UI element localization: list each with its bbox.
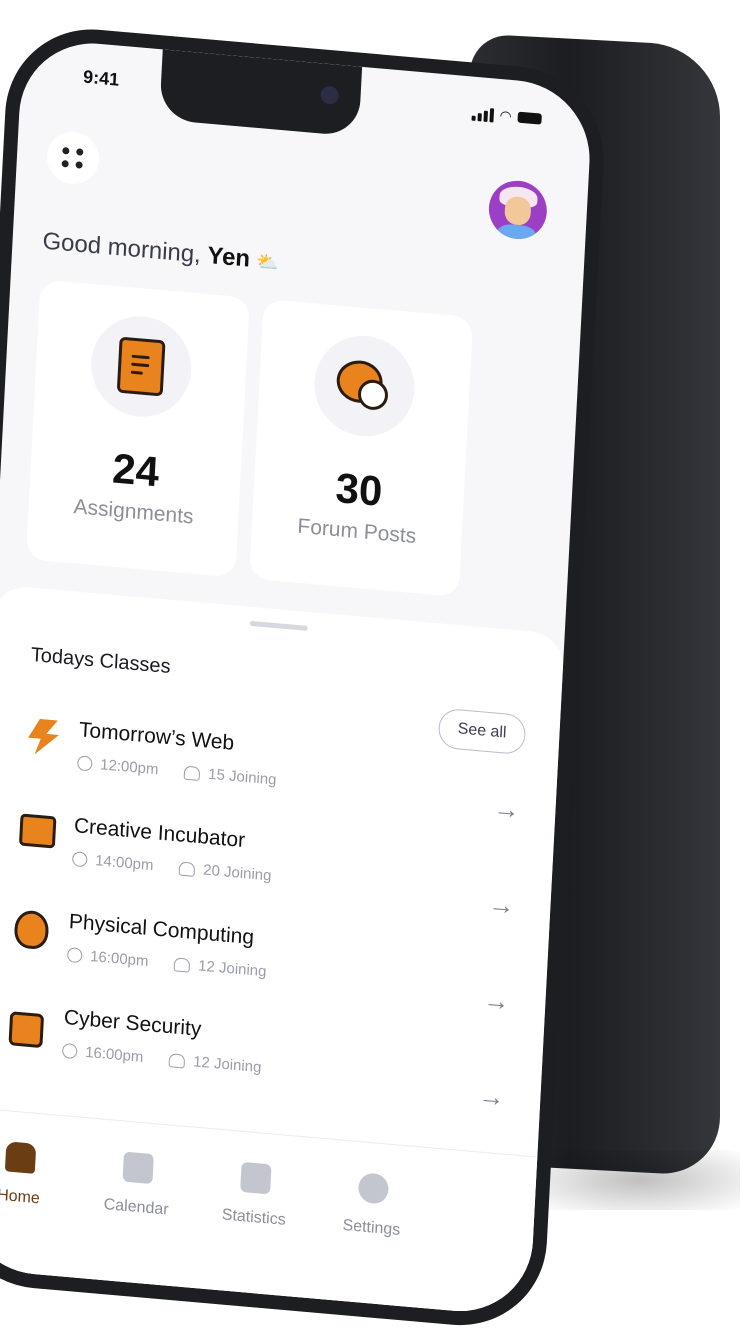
camera: [320, 85, 340, 105]
tab-label: Settings: [342, 1216, 401, 1239]
class-time: 16:00pm: [89, 947, 149, 971]
home-icon: [4, 1141, 37, 1174]
forum-icon-wrap: [311, 331, 417, 441]
wifi-icon: ◠: [499, 107, 513, 125]
signal-icon: [471, 106, 494, 122]
gear-icon: [357, 1172, 390, 1205]
tab-settings[interactable]: Settings: [321, 1169, 424, 1242]
battery-icon: [517, 111, 542, 125]
class-meta: 12:00pm 15 Joining: [76, 754, 277, 789]
grid-dots-icon: [62, 146, 70, 155]
document-icon: [116, 336, 166, 397]
arrow-right-icon[interactable]: →: [493, 793, 520, 826]
monitor-icon: [18, 813, 57, 849]
class-time: 14:00pm: [94, 852, 154, 875]
greeting: Good morning, Yen ⛅: [42, 228, 280, 277]
greeting-name: Yen: [206, 241, 251, 273]
phone-shadow: [540, 1150, 740, 1210]
clock-icon: [61, 1042, 78, 1060]
tab-label: Home: [0, 1186, 41, 1208]
tab-home[interactable]: Home: [0, 1138, 71, 1211]
calendar-icon: [122, 1151, 154, 1185]
weather-icon: ⛅: [256, 251, 280, 274]
status-time: 9:41: [82, 66, 120, 90]
bug-icon: [13, 909, 50, 951]
class-time: 16:00pm: [84, 1043, 144, 1066]
class-meta: 16:00pm 12 Joining: [66, 946, 267, 981]
bottom-tab-bar: Home Calendar Statistics Settings: [0, 1106, 538, 1318]
lightning-icon: [24, 718, 62, 757]
sheet-handle[interactable]: [249, 620, 308, 631]
section-title: Todays Classes: [30, 643, 172, 679]
tab-label: Statistics: [221, 1206, 287, 1229]
arrow-right-icon[interactable]: →: [483, 984, 510, 1017]
clock-icon: [66, 946, 83, 964]
bar-chart-icon: [240, 1161, 272, 1195]
forum-posts-card[interactable]: 30 Forum Posts: [249, 299, 474, 597]
class-meta: 16:00pm 12 Joining: [61, 1042, 262, 1077]
tab-calendar[interactable]: Calendar: [86, 1149, 189, 1222]
chat-bubbles-icon: [335, 358, 393, 414]
robot-icon: [8, 1011, 45, 1049]
clock-icon: [71, 851, 88, 868]
assignments-icon-wrap: [88, 312, 194, 421]
greeting-prefix: Good morning,: [41, 227, 202, 269]
clock-icon: [76, 755, 93, 772]
tab-statistics[interactable]: Statistics: [203, 1159, 306, 1232]
phone-frame: 9:41 ◠ Good morning, Yen ⛅ 24 Assignment…: [0, 22, 609, 1333]
class-name: Tomorrow’s Web: [78, 718, 235, 755]
arrow-right-icon[interactable]: →: [478, 1080, 505, 1113]
people-icon: [173, 956, 191, 973]
class-joining: 12 Joining: [197, 957, 267, 981]
class-time: 12:00pm: [99, 756, 159, 779]
class-meta: 14:00pm 20 Joining: [71, 850, 272, 885]
notch: [159, 49, 363, 137]
app-screen: 9:41 ◠ Good morning, Yen ⛅ 24 Assignment…: [0, 37, 594, 1318]
menu-button[interactable]: [45, 129, 101, 187]
class-name: Cyber Security: [63, 1005, 202, 1041]
avatar[interactable]: [487, 178, 549, 242]
classes-sheet: Todays Classes See all Tomorrow’s Web 12…: [0, 584, 565, 1318]
people-icon: [168, 1052, 186, 1069]
class-joining: 20 Joining: [202, 861, 272, 885]
class-joining: 15 Joining: [207, 765, 277, 789]
tab-label: Calendar: [103, 1195, 169, 1219]
people-icon: [183, 765, 201, 781]
people-icon: [178, 860, 196, 877]
arrow-right-icon[interactable]: →: [488, 889, 515, 922]
class-name: Creative Incubator: [73, 814, 246, 853]
status-icons: ◠: [471, 105, 542, 128]
class-name: Physical Computing: [68, 910, 255, 950]
class-joining: 12 Joining: [192, 1053, 262, 1077]
assignments-card[interactable]: 24 Assignments: [25, 279, 250, 578]
